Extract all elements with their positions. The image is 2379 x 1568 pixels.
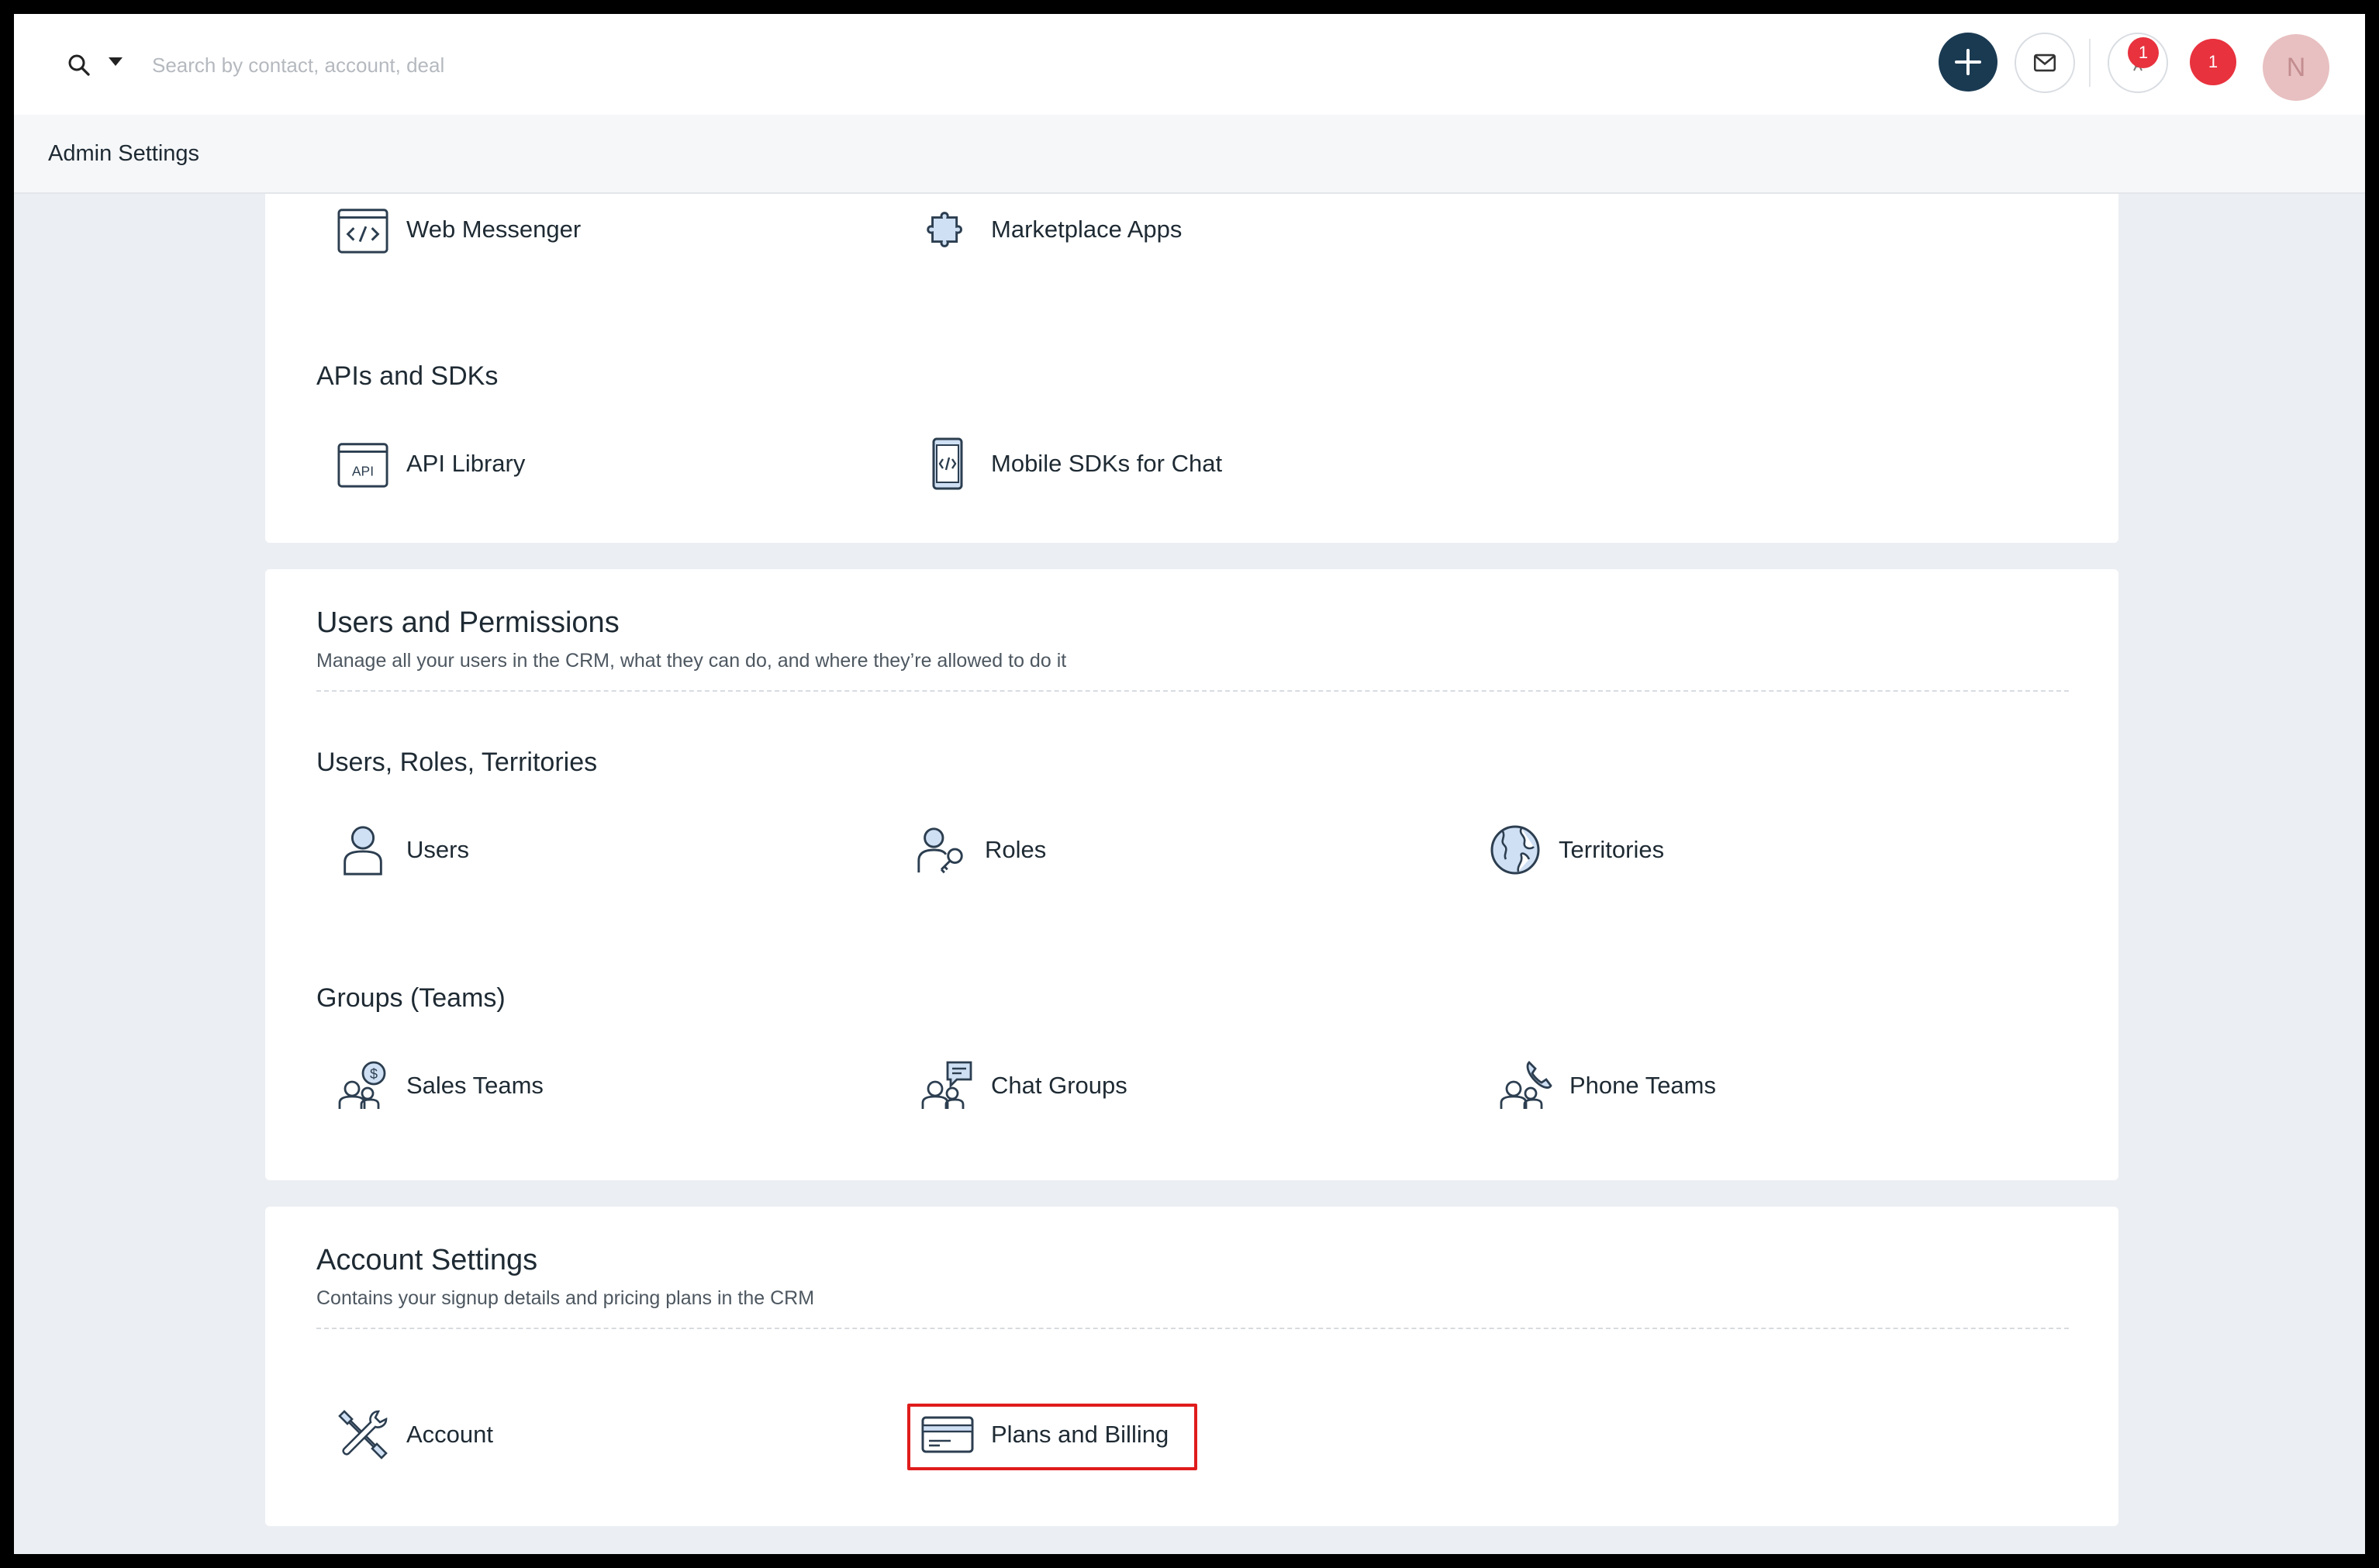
users-item[interactable]: Users bbox=[333, 820, 469, 879]
app-window: 1 1 N Admin Settings Web Messenger bbox=[14, 14, 2365, 1554]
territories-item[interactable]: Territories bbox=[1486, 820, 1664, 879]
users-permissions-card: Users and Permissions Manage all your us… bbox=[265, 569, 2118, 1180]
item-label: Sales Teams bbox=[406, 1072, 544, 1099]
puzzle-icon bbox=[927, 212, 962, 247]
sales-teams-item[interactable]: $ Sales Teams bbox=[333, 1056, 544, 1115]
globe-icon bbox=[1490, 825, 1540, 875]
api-library-item[interactable]: API API Library bbox=[333, 434, 525, 493]
web-messenger-item[interactable]: Web Messenger bbox=[333, 200, 581, 259]
search-input[interactable] bbox=[150, 45, 851, 85]
item-label: Chat Groups bbox=[991, 1072, 1127, 1099]
item-label: Territories bbox=[1559, 836, 1665, 863]
top-bar: 1 1 N bbox=[14, 14, 2365, 116]
search-icon[interactable] bbox=[65, 51, 93, 79]
page-title: Admin Settings bbox=[48, 141, 200, 166]
item-label: Account bbox=[406, 1421, 494, 1448]
section-description: Contains your signup details and pricing… bbox=[316, 1287, 815, 1309]
chat-groups-item[interactable]: Chat Groups bbox=[918, 1056, 1127, 1115]
marketplace-apps-item[interactable]: Marketplace Apps bbox=[918, 200, 1182, 259]
roles-item[interactable]: Roles bbox=[912, 820, 1046, 879]
toolbar-divider bbox=[2089, 39, 2091, 87]
sub-header: Admin Settings bbox=[14, 115, 2365, 194]
mail-icon bbox=[2033, 54, 2056, 72]
notification-count-badge: 1 bbox=[2128, 37, 2159, 68]
tools-icon bbox=[338, 1410, 388, 1459]
search-scope-dropdown-icon[interactable] bbox=[109, 57, 123, 66]
item-label: API Library bbox=[406, 450, 526, 477]
item-label: Marketplace Apps bbox=[991, 216, 1183, 243]
phone-teams-item[interactable]: Phone Teams bbox=[1497, 1056, 1716, 1115]
groups-teams-heading: Groups (Teams) bbox=[316, 983, 506, 1013]
item-label: Mobile SDKs for Chat bbox=[991, 450, 1223, 477]
chat-group-icon bbox=[921, 1061, 972, 1109]
section-title: Users and Permissions bbox=[316, 606, 620, 639]
item-label: Web Messenger bbox=[406, 216, 582, 243]
account-settings-card: Account Settings Contains your signup de… bbox=[265, 1207, 2118, 1526]
code-window-icon bbox=[337, 209, 388, 254]
user-icon bbox=[344, 826, 382, 876]
apis-sdks-heading: APIs and SDKs bbox=[316, 361, 499, 391]
item-label: Users bbox=[406, 836, 469, 863]
user-key-icon bbox=[917, 827, 963, 874]
avatar[interactable]: N bbox=[2263, 34, 2329, 101]
mobile-code-icon bbox=[932, 437, 963, 490]
section-divider bbox=[316, 1328, 2069, 1329]
mail-button[interactable] bbox=[2015, 33, 2075, 93]
item-label: Roles bbox=[985, 836, 1047, 863]
plus-icon bbox=[1955, 49, 1981, 75]
integrations-card: Web Messenger Marketplace Apps APIs and … bbox=[265, 194, 2118, 543]
plans-billing-highlight bbox=[907, 1404, 1197, 1470]
users-roles-territories-heading: Users, Roles, Territories bbox=[316, 748, 598, 777]
sales-team-icon: $ bbox=[338, 1061, 386, 1109]
svg-text:API: API bbox=[352, 464, 374, 479]
phone-team-icon bbox=[1500, 1061, 1552, 1109]
svg-text:$: $ bbox=[370, 1066, 378, 1082]
section-title: Account Settings bbox=[316, 1244, 538, 1276]
section-description: Manage all your users in the CRM, what t… bbox=[316, 650, 1067, 672]
section-divider bbox=[316, 690, 2069, 692]
api-window-icon: API bbox=[337, 443, 388, 488]
alert-count-badge[interactable]: 1 bbox=[2190, 39, 2236, 85]
mobile-sdks-item[interactable]: Mobile SDKs for Chat bbox=[918, 434, 1222, 493]
add-button[interactable] bbox=[1939, 33, 1997, 92]
item-label: Phone Teams bbox=[1569, 1072, 1716, 1099]
account-item[interactable]: Account bbox=[333, 1405, 493, 1464]
